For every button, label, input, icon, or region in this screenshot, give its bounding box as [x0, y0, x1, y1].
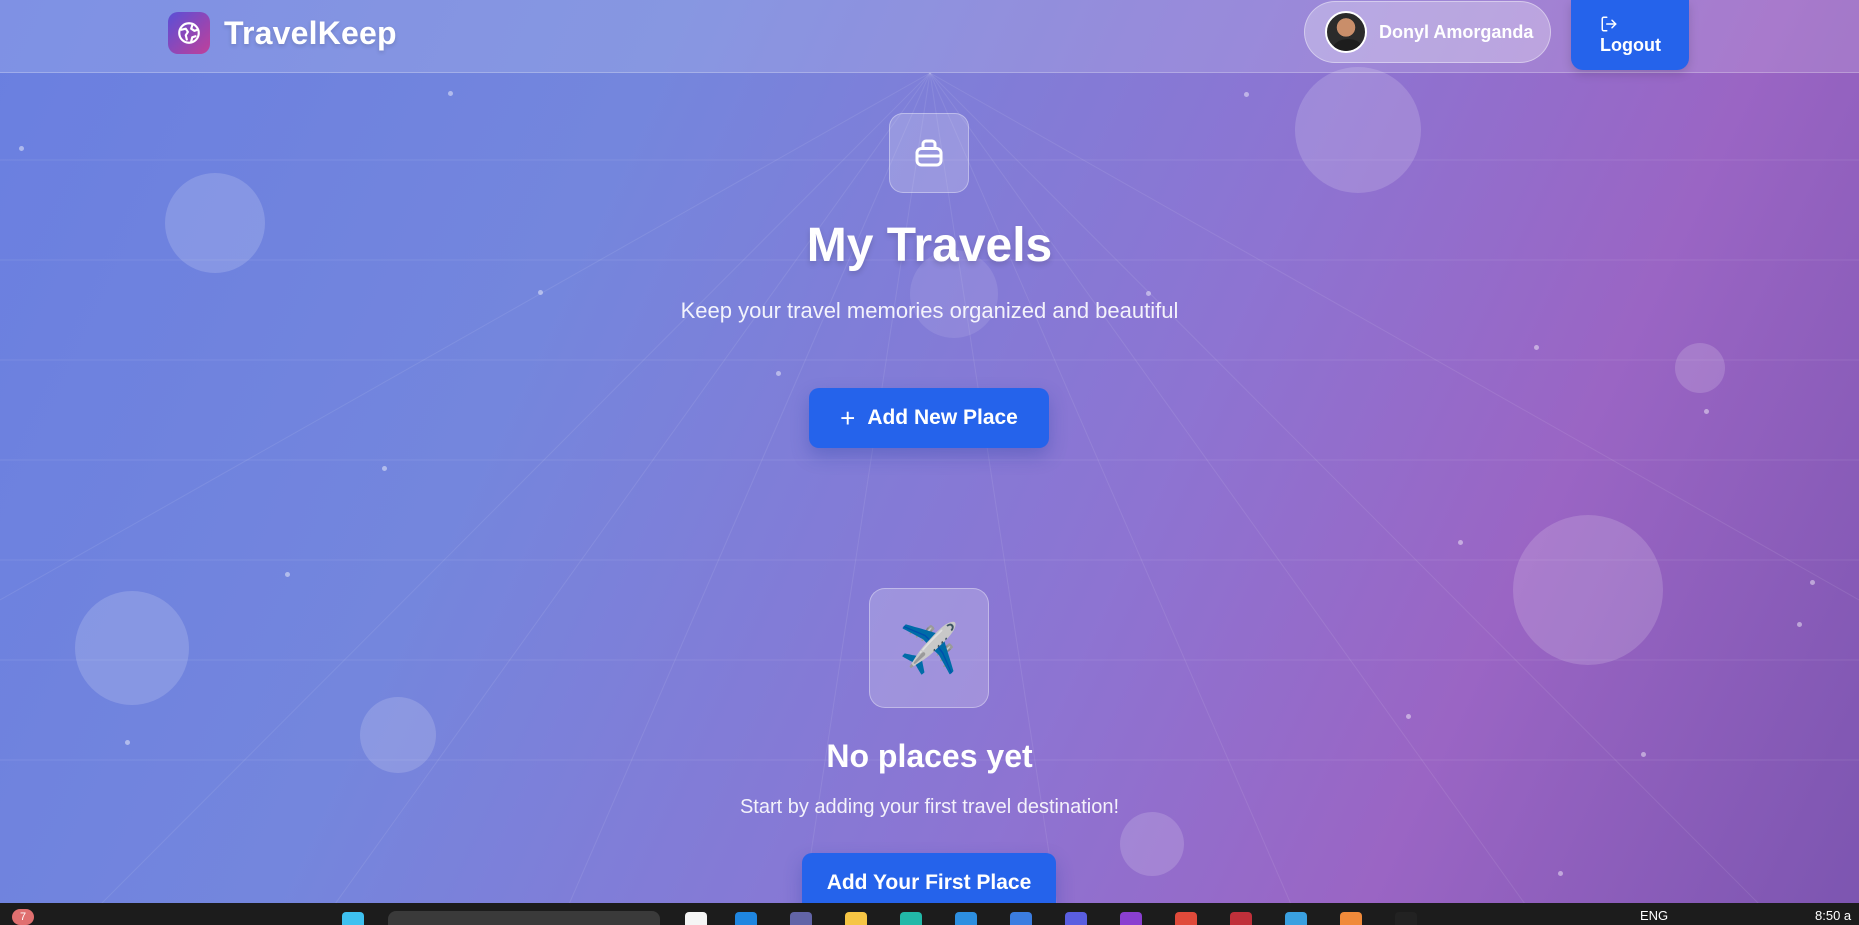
logout-label: Logout [1600, 34, 1661, 55]
plus-icon: + [840, 403, 856, 433]
user-profile[interactable]: Donyl Amorganda [1304, 1, 1551, 63]
empty-state-subtitle: Start by adding your first travel destin… [739, 796, 1120, 818]
decor-bubble [75, 591, 189, 705]
folder-icon[interactable] [845, 912, 867, 925]
decor-dot [1810, 580, 1815, 585]
page-subtitle: Keep your travel memories organized and … [680, 298, 1179, 323]
decor-bubble [1513, 515, 1663, 665]
decor-dot [1704, 409, 1709, 414]
decor-bubble [1675, 343, 1725, 393]
notification-badge[interactable]: 7 [12, 909, 34, 925]
app-icon[interactable] [900, 912, 922, 925]
app-icon[interactable] [1340, 912, 1362, 925]
app-icon[interactable] [1285, 912, 1307, 925]
brand[interactable]: TravelKeep [168, 12, 397, 54]
empty-state-title: No places yet [826, 738, 1033, 774]
decor-dot [1146, 291, 1151, 296]
logout-button[interactable]: Logout [1571, 0, 1689, 70]
decor-dot [1458, 540, 1463, 545]
top-navbar: TravelKeep Donyl Amorganda Logout [0, 0, 1859, 73]
airplane-icon: ✈️ [869, 588, 989, 708]
decor-dot [1558, 871, 1563, 876]
decor-dot [285, 572, 290, 577]
decor-bubble [1295, 67, 1421, 193]
add-new-place-button[interactable]: + Add New Place [809, 388, 1049, 448]
decor-dot [1406, 714, 1411, 719]
decor-dot [538, 290, 543, 295]
brand-name: TravelKeep [224, 14, 397, 51]
app-icon[interactable] [1230, 912, 1252, 925]
globe-logo-icon [168, 12, 210, 54]
app-icon[interactable] [955, 912, 977, 925]
app-icon[interactable] [685, 912, 707, 925]
add-first-place-label: Add Your First Place [826, 871, 1032, 894]
os-taskbar: 7 ENG 8:50 a [0, 903, 1859, 925]
add-new-place-label: Add New Place [867, 406, 1018, 429]
clock[interactable]: 8:50 a [1815, 908, 1851, 923]
app-icon[interactable] [790, 912, 812, 925]
avatar [1325, 11, 1367, 53]
language-indicator[interactable]: ENG [1640, 908, 1668, 923]
decor-dot [448, 91, 453, 96]
app-icon[interactable] [1120, 912, 1142, 925]
app-icon[interactable] [735, 912, 757, 925]
user-name: Donyl Amorganda [1379, 21, 1534, 42]
decor-dot [1244, 92, 1249, 97]
decor-dot [382, 466, 387, 471]
app-icon[interactable] [1175, 912, 1197, 925]
luggage-icon [889, 113, 969, 193]
logout-icon [1601, 16, 1617, 31]
app-icon[interactable] [1010, 912, 1032, 925]
taskbar-search[interactable] [388, 911, 660, 925]
decor-dot [776, 371, 781, 376]
decor-bubble [1120, 812, 1184, 876]
start-menu-icon[interactable] [342, 912, 364, 925]
airplane-emoji: ✈️ [899, 622, 959, 676]
app-icon[interactable] [1065, 912, 1087, 925]
decor-dot [1534, 345, 1539, 350]
page-title: My Travels [806, 219, 1053, 272]
decor-dot [19, 146, 24, 151]
app-icon[interactable] [1395, 912, 1417, 925]
decor-dot [1797, 622, 1802, 627]
